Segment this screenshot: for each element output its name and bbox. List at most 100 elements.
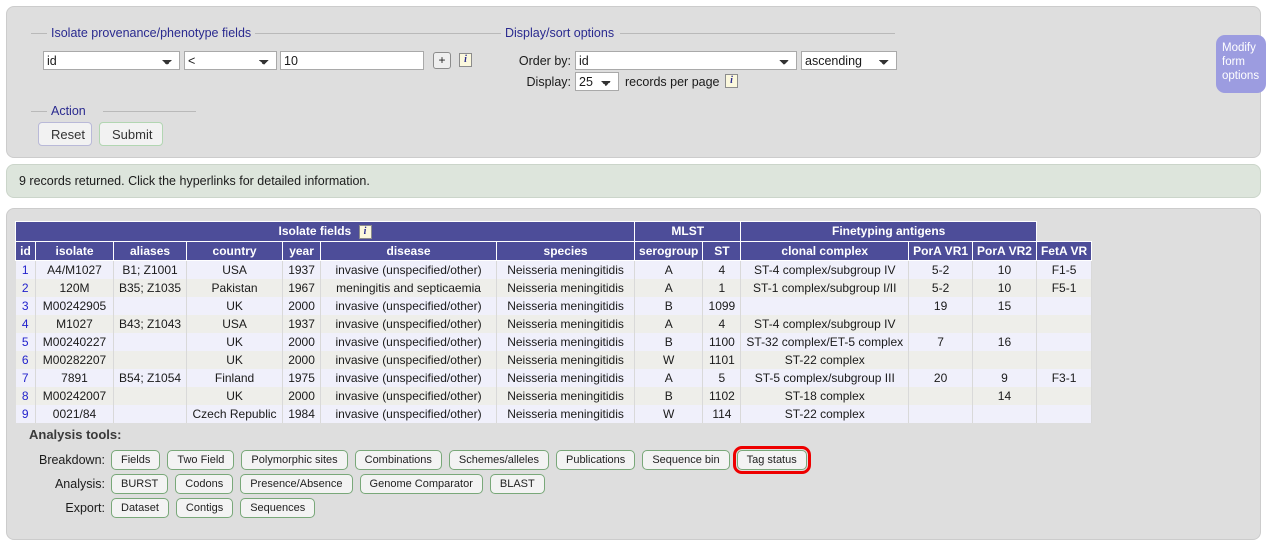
cell-isolate: M00242007 <box>35 386 114 405</box>
tool-button-sequence-bin[interactable]: Sequence bin <box>642 450 730 470</box>
cell-year: 1984 <box>282 404 322 423</box>
modify-form-options-tab[interactable]: Modify form options <box>1216 35 1266 93</box>
cell-year: 2000 <box>282 332 322 351</box>
cell-serogroup: B <box>634 296 704 315</box>
col-header-clonal-complex[interactable]: clonal complex <box>740 240 910 261</box>
cell-pora-vr2: 14 <box>972 386 1037 405</box>
col-header-pora-vr2[interactable]: PorA VR2 <box>972 240 1037 261</box>
cell-serogroup: B <box>634 332 704 351</box>
cell-isolate: M1027 <box>35 314 114 333</box>
tool-button-genome-comparator[interactable]: Genome Comparator <box>359 474 483 494</box>
record-link[interactable]: 2 <box>22 281 29 295</box>
cell-id[interactable]: 7 <box>15 368 36 387</box>
record-link[interactable]: 4 <box>22 317 29 331</box>
action-legend: Action <box>47 104 90 118</box>
cell-pora-vr2 <box>972 314 1037 333</box>
col-header-feta-vr[interactable]: FetA VR <box>1035 240 1093 261</box>
cell-aliases <box>113 296 188 315</box>
display-options-legend: Display/sort options <box>501 26 619 40</box>
tool-row-label: Export: <box>65 501 105 515</box>
tool-button-dataset[interactable]: Dataset <box>111 498 169 518</box>
cell-id[interactable]: 8 <box>15 386 36 405</box>
col-header-disease[interactable]: disease <box>320 240 498 261</box>
cell-species: Neisseria meningitidis <box>496 350 636 369</box>
tool-button-burst[interactable]: BURST <box>111 474 169 494</box>
cell-species: Neisseria meningitidis <box>496 332 636 351</box>
isolate-fields-info-icon[interactable]: i <box>459 53 472 67</box>
record-link[interactable]: 6 <box>22 353 29 367</box>
col-header-country[interactable]: country <box>186 240 284 261</box>
cell-serogroup: A <box>634 368 704 387</box>
col-header-pora-vr1[interactable]: PorA VR1 <box>908 240 974 261</box>
reset-button[interactable]: Reset <box>38 122 92 146</box>
cell-id[interactable]: 3 <box>15 296 36 315</box>
cell-species: Neisseria meningitidis <box>496 404 636 423</box>
cell-isolate: M00242905 <box>35 296 114 315</box>
tool-button-contigs[interactable]: Contigs <box>175 498 234 518</box>
records-returned-message: 9 records returned. Click the hyperlinks… <box>6 164 1261 198</box>
cell-pora-vr1 <box>908 386 974 405</box>
submit-button[interactable]: Submit <box>99 122 163 146</box>
col-header-serogroup[interactable]: serogroup <box>634 240 704 261</box>
tool-button-tag-status[interactable]: Tag status <box>732 446 811 474</box>
cell-clonal-complex: ST-22 complex <box>740 350 910 369</box>
record-link[interactable]: 3 <box>22 299 29 313</box>
record-link[interactable]: 1 <box>22 263 29 277</box>
col-header-isolate[interactable]: isolate <box>35 240 114 261</box>
order-by-select[interactable]: id <box>575 51 797 70</box>
cell-id[interactable]: 9 <box>15 404 36 423</box>
cell-id[interactable]: 2 <box>15 278 36 297</box>
tool-button-codons[interactable]: Codons <box>175 474 234 494</box>
tool-button-presence-absence[interactable]: Presence/Absence <box>240 474 353 494</box>
cell-isolate: M00240227 <box>35 332 114 351</box>
cell-id[interactable]: 6 <box>15 350 36 369</box>
operator-select[interactable]: < <box>184 51 277 70</box>
cell-aliases <box>113 386 188 405</box>
tool-button-publications[interactable]: Publications <box>555 450 636 470</box>
tool-button-two-field[interactable]: Two Field <box>167 450 235 470</box>
cell-serogroup: W <box>634 350 704 369</box>
cell-country: UK <box>186 350 284 369</box>
tool-button-blast[interactable]: BLAST <box>489 474 545 494</box>
records-per-page-select[interactable]: 25 <box>575 72 619 91</box>
cell-pora-vr2: 15 <box>972 296 1037 315</box>
table-row: 1 A4/M1027 B1; Z1001 USA 1937 invasive (unspe… <box>15 260 1093 279</box>
col-header-id[interactable]: id <box>15 240 36 261</box>
cell-feta-vr: F3-1 <box>1036 368 1093 387</box>
cell-disease: invasive (unspecified/other) <box>320 314 498 333</box>
tool-button-polymorphic-sites[interactable]: Polymorphic sites <box>241 450 348 470</box>
display-options-info-icon[interactable]: i <box>725 74 738 88</box>
cell-serogroup: A <box>634 278 704 297</box>
cell-clonal-complex: ST-32 complex/ET-5 complex <box>740 332 910 351</box>
cell-id[interactable]: 5 <box>15 332 36 351</box>
cell-clonal-complex: ST-1 complex/subgroup I/II <box>740 278 910 297</box>
tool-button-schemes-alleles[interactable]: Schemes/alleles <box>448 450 549 470</box>
record-link[interactable]: 8 <box>22 389 29 403</box>
cell-pora-vr1: 5-2 <box>908 260 974 279</box>
tool-button-sequences[interactable]: Sequences <box>240 498 316 518</box>
field-select[interactable]: id <box>43 51 180 70</box>
search-term-input[interactable] <box>280 51 424 70</box>
table-row: 4 M1027 B43; Z1043 USA 1937 invasive (unspeci… <box>15 314 1093 333</box>
cell-id[interactable]: 1 <box>15 260 36 279</box>
col-header-aliases[interactable]: aliases <box>112 240 188 261</box>
cell-isolate: 7891 <box>35 368 114 387</box>
sort-direction-select[interactable]: ascending <box>801 51 897 70</box>
tool-button-fields[interactable]: Fields <box>111 450 161 470</box>
cell-feta-vr <box>1036 386 1093 405</box>
cell-clonal-complex: ST-5 complex/subgroup III <box>740 368 910 387</box>
cell-st: 1099 <box>702 296 742 315</box>
add-field-button[interactable]: + <box>433 52 451 69</box>
tool-row-label: Breakdown: <box>38 453 105 467</box>
record-link[interactable]: 7 <box>22 371 29 385</box>
group-header-finetyping: Finetyping antigens <box>740 221 1037 242</box>
col-header-year[interactable]: year <box>282 240 322 261</box>
col-header-st[interactable]: ST <box>702 240 742 261</box>
cell-id[interactable]: 4 <box>15 314 36 333</box>
isolate-fields-table-info-icon[interactable]: i <box>358 224 372 239</box>
record-link[interactable]: 5 <box>22 335 29 349</box>
cell-disease: invasive (unspecified/other) <box>320 368 498 387</box>
record-link[interactable]: 9 <box>22 407 29 421</box>
col-header-species[interactable]: species <box>496 240 636 261</box>
tool-button-combinations[interactable]: Combinations <box>354 450 442 470</box>
